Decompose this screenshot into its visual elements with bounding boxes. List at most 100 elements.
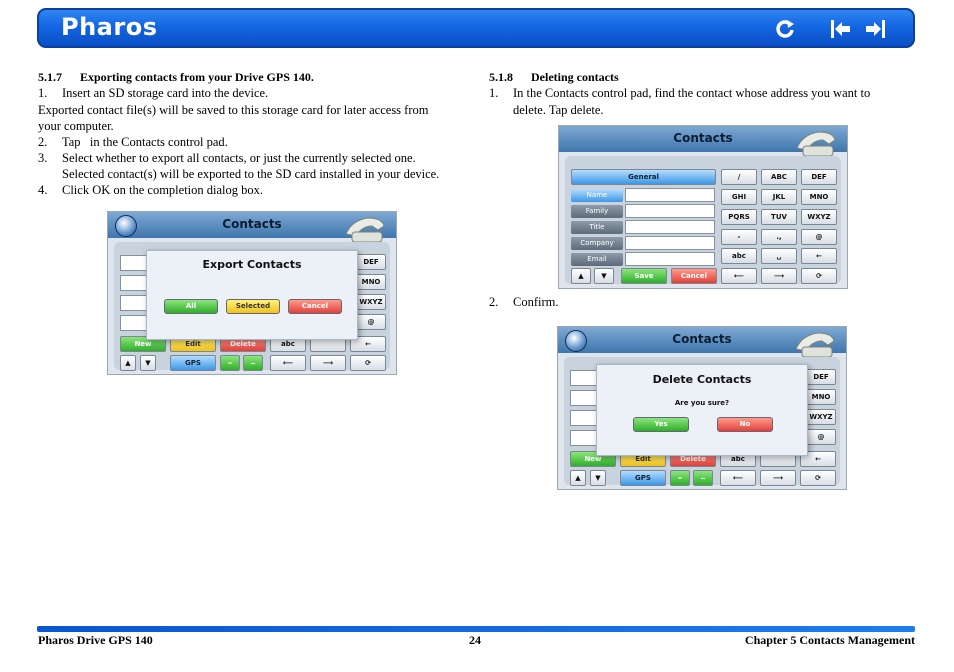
key-mno[interactable]: MNO [806, 389, 836, 405]
key-mno[interactable]: MNO [801, 189, 837, 205]
call-icon[interactable]: ⌣ [670, 470, 690, 486]
save-button[interactable]: Save [621, 268, 667, 284]
section-5-1-7-heading: Exporting contacts from your Drive GPS 1… [80, 70, 314, 84]
step-number: 3. [38, 151, 48, 165]
hangup-icon[interactable]: ⌢ [243, 355, 263, 371]
brand-title: Pharos [61, 13, 158, 41]
section-5-1-8-number: 5.1.8 [489, 70, 513, 84]
key-ghi[interactable]: GHI [721, 189, 757, 205]
left-arrow-key[interactable]: ⟵ [721, 268, 757, 284]
gps-button[interactable]: GPS [620, 470, 666, 486]
contact-list-row[interactable] [120, 295, 148, 311]
key-at[interactable]: @ [801, 229, 837, 245]
export-selected-button[interactable]: Selected [226, 299, 280, 314]
contact-list-row[interactable] [120, 255, 148, 271]
dialog-title: Export Contacts [202, 258, 302, 271]
up-arrow-icon[interactable]: ▲ [570, 470, 586, 486]
key-abc-upper[interactable]: ABC [761, 169, 797, 185]
contact-list-row[interactable] [120, 315, 148, 331]
key-wxyz[interactable]: WXYZ [806, 409, 836, 425]
paragraph-line: your computer. [38, 119, 114, 133]
step-number: 2. [489, 295, 499, 309]
section-5-1-7-number: 5.1.7 [38, 70, 62, 84]
key-punct[interactable]: ., [761, 229, 797, 245]
gps-button[interactable]: GPS [170, 355, 216, 371]
refresh-icon[interactable] [774, 18, 796, 40]
key-at[interactable]: @ [356, 314, 386, 330]
left-arrow-key[interactable]: ⟵ [720, 470, 756, 486]
contact-edit-screenshot: Contacts General Name Family Title Compa… [558, 125, 848, 289]
key-def[interactable]: DEF [801, 169, 837, 185]
step-number: 4. [38, 183, 48, 197]
key-mno[interactable]: MNO [356, 274, 386, 290]
step-number: 1. [489, 86, 499, 100]
key-tuv[interactable]: TUV [761, 209, 797, 225]
title-field[interactable] [625, 220, 715, 234]
sync-icon[interactable]: ⟳ [801, 268, 837, 284]
cancel-button[interactable]: Cancel [288, 299, 342, 314]
key-wxyz[interactable]: WXYZ [356, 294, 386, 310]
up-arrow-icon[interactable]: ▲ [120, 355, 136, 371]
step-text: Selected contact(s) will be exported to … [62, 167, 440, 181]
delete-contacts-dialog: Delete Contacts Are you sure? Yes No [596, 364, 808, 456]
phone-icon [795, 332, 835, 358]
phone-icon [345, 217, 385, 243]
field-label-title: Title [571, 221, 623, 234]
key-pqrs[interactable]: PQRS [721, 209, 757, 225]
family-field[interactable] [625, 204, 715, 218]
call-icon[interactable]: ⌣ [220, 355, 240, 371]
export-all-button[interactable]: All [164, 299, 218, 314]
sync-icon[interactable]: ⟳ [800, 470, 836, 486]
backspace-key[interactable]: ← [801, 248, 837, 264]
step-text: Confirm. [513, 295, 559, 309]
contact-list-row[interactable] [570, 390, 598, 406]
sync-icon[interactable]: ⟳ [350, 355, 386, 371]
company-field[interactable] [625, 236, 715, 250]
down-arrow-icon[interactable]: ▼ [140, 355, 156, 371]
step-number: 1. [38, 86, 48, 100]
field-label-email: Email [571, 253, 623, 266]
export-contacts-dialog: Export Contacts All Selected Cancel [146, 250, 358, 340]
right-arrow-key[interactable]: ⟶ [760, 470, 796, 486]
down-arrow-icon[interactable]: ▼ [590, 470, 606, 486]
field-label-company: Company [571, 237, 623, 250]
tab-general[interactable]: General [571, 169, 716, 185]
name-field[interactable] [625, 188, 715, 202]
left-arrow-key[interactable]: ⟵ [270, 355, 306, 371]
paragraph-line: Exported contact file(s) will be saved t… [38, 103, 429, 117]
contact-list-row[interactable] [570, 430, 598, 446]
footer-chapter: Chapter 5 Contacts Management [744, 633, 915, 647]
contact-list-row[interactable] [120, 275, 148, 291]
confirm-question: Are you sure? [674, 399, 730, 407]
right-arrow-key[interactable]: ⟶ [310, 355, 346, 371]
key-wxyz[interactable]: WXYZ [801, 209, 837, 225]
page-number: 24 [469, 633, 481, 647]
right-arrow-key[interactable]: ⟶ [761, 268, 797, 284]
forward-icon[interactable] [864, 18, 886, 40]
step-text: Select whether to export all contacts, o… [62, 151, 416, 165]
down-arrow-icon[interactable]: ▼ [594, 268, 614, 284]
key-dash[interactable]: - [721, 229, 757, 245]
email-field[interactable] [625, 252, 715, 266]
step-number: 2. [38, 135, 48, 149]
contact-list-row[interactable] [570, 410, 598, 426]
step-text: delete. Tap delete. [513, 103, 604, 117]
key-def[interactable]: DEF [806, 369, 836, 385]
space-key[interactable]: ␣ [761, 248, 797, 264]
cancel-button[interactable]: Cancel [671, 268, 717, 284]
footer-product: Pharos Drive GPS 140 [38, 633, 153, 647]
key-abc[interactable]: abc [721, 248, 757, 264]
yes-button[interactable]: Yes [633, 417, 689, 432]
contact-list-row[interactable] [570, 370, 598, 386]
key-jkl[interactable]: JKL [761, 189, 797, 205]
page-header: Pharos [37, 8, 915, 48]
back-icon[interactable] [830, 18, 852, 40]
key-slash[interactable]: / [721, 169, 757, 185]
hangup-icon[interactable]: ⌢ [693, 470, 713, 486]
field-label-name: Name [571, 189, 623, 202]
key-at[interactable]: @ [806, 429, 836, 445]
section-5-1-8-heading: Deleting contacts [531, 70, 619, 84]
no-button[interactable]: No [717, 417, 773, 432]
key-def[interactable]: DEF [356, 254, 386, 270]
up-arrow-icon[interactable]: ▲ [571, 268, 591, 284]
